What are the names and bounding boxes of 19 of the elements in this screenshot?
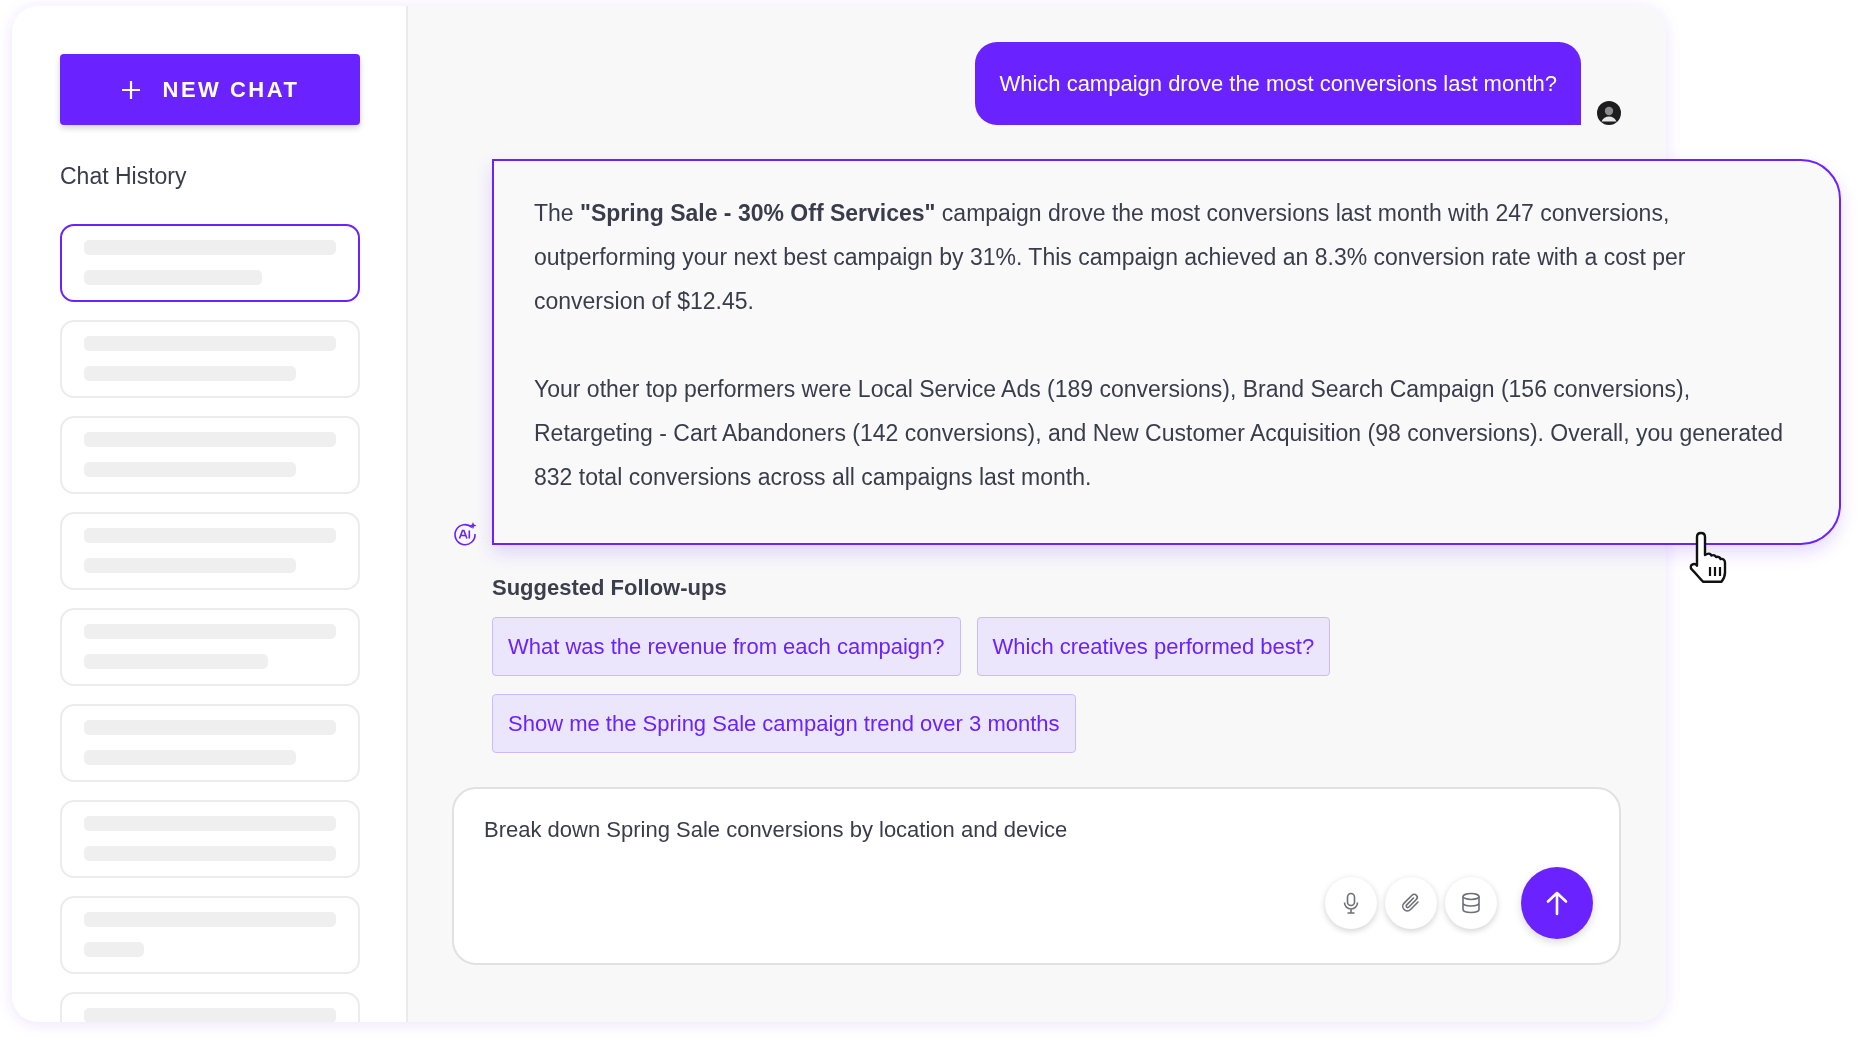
- database-button[interactable]: [1445, 877, 1497, 929]
- suggestion-chip[interactable]: What was the revenue from each campaign?: [492, 617, 961, 676]
- suggestion-chip[interactable]: Which creatives performed best?: [976, 617, 1331, 676]
- attach-button[interactable]: [1385, 877, 1437, 929]
- assistant-paragraph: Your other top performers were Local Service Ads (189 conversions), Brand Search Campaign (156 conversions), Retargeting - Cart Abandoners (142 conversions), and New Customer Acquisition (98 conversions). Overall, you generated 832 total conversions across all campaigns last month.: [534, 375, 1785, 492]
- microphone-button[interactable]: [1325, 877, 1377, 929]
- suggestion-chip[interactable]: Show me the Spring Sale campaign trend over 3 months: [492, 694, 1076, 753]
- plus-icon: [120, 79, 141, 100]
- avatar-icon: [1597, 101, 1621, 125]
- suggested-followups-heading: Suggested Follow-ups: [492, 575, 728, 601]
- send-button[interactable]: [1521, 867, 1593, 939]
- database-icon: [1459, 891, 1483, 915]
- message-field[interactable]: Break down Spring Sale conversions by location and device: [484, 817, 1384, 849]
- new-chat-button[interactable]: NEW CHAT: [60, 54, 360, 125]
- user-message: Which campaign drove the most conversions last month?: [975, 42, 1581, 125]
- ai-sparkle-icon: [452, 521, 478, 547]
- chat-history-heading: Chat History: [60, 163, 188, 191]
- chat-history-item[interactable]: [60, 224, 360, 302]
- assistant-paragraph: The "Spring Sale - 30% Off Services" campaign drove the most conversions last month with 247 conversions, outperforming your next best campaign by 31%. This campaign achieved an 8.3% conversion rate with a cost per conversion of $12.45.: [534, 199, 1687, 316]
